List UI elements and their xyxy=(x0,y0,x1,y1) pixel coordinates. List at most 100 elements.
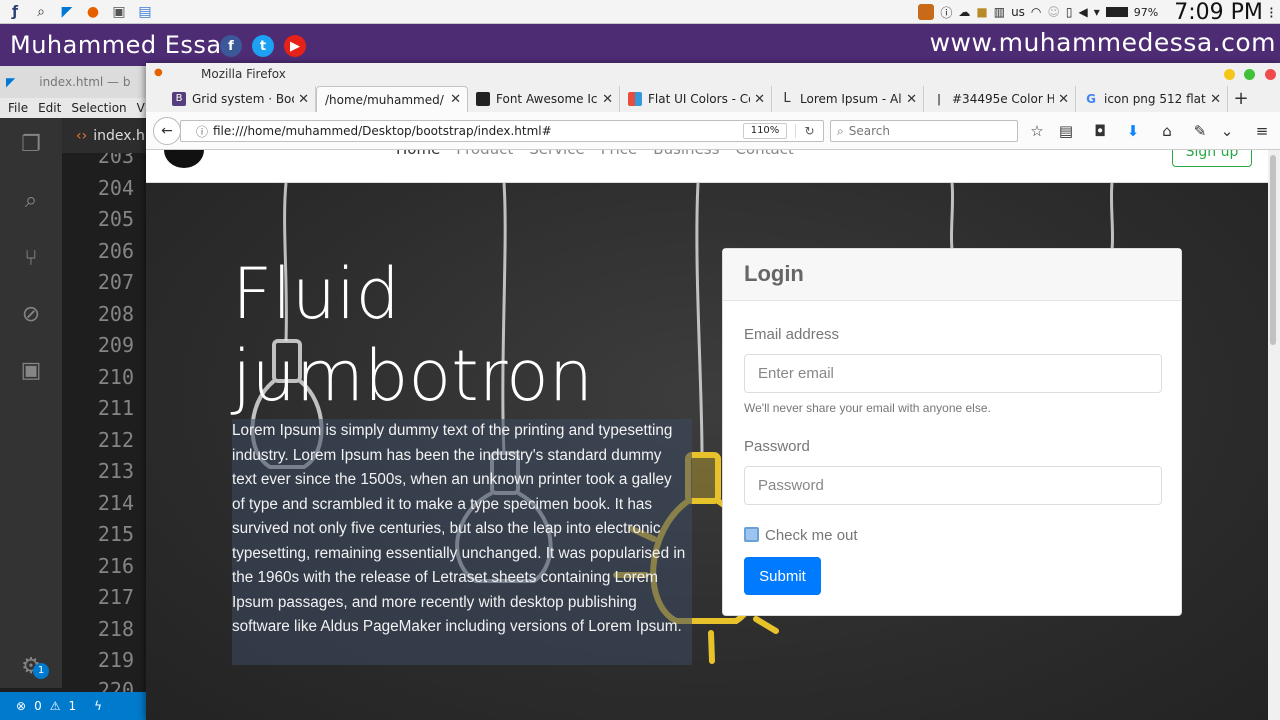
screen-recorder-icon[interactable]: ▣ xyxy=(108,2,130,22)
menu-view[interactable]: V xyxy=(137,101,145,115)
debug-icon[interactable]: ⊘ xyxy=(17,300,45,328)
kebab-menu-icon[interactable]: ⁝ xyxy=(1269,3,1274,22)
search-icon[interactable]: ⌕ xyxy=(30,2,52,22)
vscode-launcher-icon[interactable]: ◤ xyxy=(56,2,78,22)
zoom-indicator[interactable]: 110% xyxy=(743,123,787,139)
channel-name: Muhammed Essa xyxy=(10,31,222,59)
tab-lorem-ipsum[interactable]: L Lorem Ipsum - All ✕ xyxy=(772,86,924,112)
downloads-icon[interactable]: ⬇ xyxy=(1124,122,1142,140)
site-info-icon[interactable]: ⓘ xyxy=(191,123,213,140)
errors-count[interactable]: 0 xyxy=(34,699,42,713)
explorer-icon[interactable]: ❐ xyxy=(17,130,45,158)
channel-banner: Muhammed Essa f t ▶ www.muhammedessa.com xyxy=(0,24,1280,66)
line-number: 205 xyxy=(97,207,134,231)
menu-selection[interactable]: Selection xyxy=(71,101,126,115)
line-number: 218 xyxy=(97,617,134,641)
page-scrollbar-thumb[interactable] xyxy=(1270,155,1276,345)
channel-website: www.muhammedessa.com xyxy=(929,28,1276,57)
menu-edit[interactable]: Edit xyxy=(38,101,61,115)
hamburger-menu-icon[interactable]: ≡ xyxy=(1253,122,1271,140)
url-text[interactable]: file:///home/muhammed/Desktop/bootstrap/… xyxy=(213,124,743,138)
check-me-out-checkbox[interactable] xyxy=(744,527,759,542)
volume-icon[interactable]: ◀ xyxy=(1079,5,1088,19)
close-tab-icon[interactable]: ✕ xyxy=(754,92,765,107)
extensions-icon[interactable]: ▣ xyxy=(17,356,45,384)
tab-local-file[interactable]: /home/muhammed/ ✕ xyxy=(316,86,468,112)
login-card: Login Email address Enter email We'll ne… xyxy=(722,248,1182,616)
fedora-menu-icon[interactable]: ƒ xyxy=(4,2,26,22)
extension-icon[interactable]: ✎ xyxy=(1191,122,1209,140)
line-number: 215 xyxy=(97,522,134,546)
nav-price[interactable]: Price xyxy=(601,150,638,158)
reload-icon[interactable]: ↻ xyxy=(795,124,823,138)
minimize-button[interactable] xyxy=(1224,69,1235,80)
nav-business[interactable]: Business xyxy=(653,150,719,158)
line-number: 217 xyxy=(97,585,134,609)
close-tab-icon[interactable]: ✕ xyxy=(298,92,309,107)
lightning-icon[interactable]: ϟ xyxy=(94,699,102,713)
close-tab-icon[interactable]: ✕ xyxy=(1210,92,1221,107)
close-tab-icon[interactable]: ✕ xyxy=(450,92,461,107)
bootstrap-icon: B xyxy=(172,92,186,106)
check-me-out-label[interactable]: Check me out xyxy=(765,527,858,544)
warnings-count[interactable]: 1 xyxy=(68,699,76,713)
new-tab-button[interactable]: + xyxy=(1228,86,1254,112)
overflow-chevron-icon[interactable]: ⌄ xyxy=(1218,122,1236,140)
firefox-window: ● Mozilla Firefox B Grid system · Boo ✕ … xyxy=(146,63,1280,720)
firefox-launcher-icon[interactable]: ● xyxy=(82,2,104,22)
url-bar[interactable]: ⓘ file:///home/muhammed/Desktop/bootstra… xyxy=(180,120,824,142)
tray-info-icon[interactable]: ⓘ xyxy=(940,4,952,21)
back-button[interactable]: ← xyxy=(153,117,181,145)
close-tab-icon[interactable]: ✕ xyxy=(1058,92,1069,107)
notes-icon[interactable]: ▯ xyxy=(1066,5,1073,19)
close-tab-icon[interactable]: ✕ xyxy=(602,92,613,107)
search-bar[interactable]: ⌕ Search xyxy=(830,120,1018,142)
chevron-down-icon[interactable]: ▾ xyxy=(1094,5,1100,19)
tab-label: Grid system · Boo xyxy=(192,92,295,106)
site-logo[interactable] xyxy=(164,150,204,168)
tab-grid-system[interactable]: B Grid system · Boo ✕ xyxy=(164,86,316,112)
line-number: 208 xyxy=(97,302,134,326)
cloud-icon[interactable]: ☁ xyxy=(958,5,970,19)
errors-icon[interactable]: ⊗ xyxy=(16,699,26,713)
tab-flat-ui-colors[interactable]: Flat UI Colors - Co ✕ xyxy=(620,86,772,112)
facebook-icon: f xyxy=(220,35,242,57)
email-field[interactable]: Enter email xyxy=(744,354,1162,393)
clipboard-icon[interactable]: ▥ xyxy=(994,5,1005,19)
user-icon[interactable]: ☺ xyxy=(1047,5,1060,19)
search-icon[interactable]: ⌕ xyxy=(17,186,45,214)
vscode-statusbar: ⊗ 0 ⚠ 1 ϟ xyxy=(0,692,160,720)
line-number: 204 xyxy=(97,176,134,200)
bookmark-star-icon[interactable]: ☆ xyxy=(1028,122,1046,140)
submit-button[interactable]: Submit xyxy=(744,557,821,595)
nav-product[interactable]: Product xyxy=(456,150,513,158)
pocket-icon[interactable]: ◘ xyxy=(1091,122,1109,140)
reader-list-icon[interactable]: ▤ xyxy=(1057,122,1075,140)
flat-ui-icon xyxy=(628,92,642,106)
tab-font-awesome[interactable]: Font Awesome Ic ✕ xyxy=(468,86,620,112)
nav-service[interactable]: Service xyxy=(529,150,584,158)
maximize-button[interactable] xyxy=(1244,69,1255,80)
file-manager-icon[interactable]: ▤ xyxy=(134,2,156,22)
firefox-logo-icon: ● xyxy=(154,67,163,78)
tray-app-icon[interactable] xyxy=(918,4,935,20)
keyboard-layout[interactable]: us xyxy=(1011,5,1025,19)
tab-google-search[interactable]: G icon png 512 flat ✕ xyxy=(1076,86,1228,112)
tab-color-hex[interactable]: ǀ #34495e Color He ✕ xyxy=(924,86,1076,112)
line-number: 216 xyxy=(97,554,134,578)
home-icon[interactable]: ⌂ xyxy=(1158,122,1176,140)
nav-contact[interactable]: Contact xyxy=(735,150,793,158)
signup-button[interactable]: Sign up xyxy=(1172,150,1252,167)
password-field[interactable]: Password xyxy=(744,466,1162,505)
nav-home[interactable]: Home xyxy=(396,150,440,158)
source-control-icon[interactable]: ⑂ xyxy=(17,244,45,272)
wifi-icon[interactable]: ◠ xyxy=(1031,5,1041,19)
battery-icon[interactable] xyxy=(1105,7,1128,17)
clock[interactable]: 7:09 PM xyxy=(1174,0,1263,25)
firefox-window-title: Mozilla Firefox xyxy=(201,67,286,81)
package-icon[interactable]: ■ xyxy=(976,5,987,19)
close-button[interactable] xyxy=(1265,69,1276,80)
warning-icon[interactable]: ⚠ xyxy=(50,699,61,713)
close-tab-icon[interactable]: ✕ xyxy=(906,92,917,107)
menu-file[interactable]: File xyxy=(8,101,28,115)
